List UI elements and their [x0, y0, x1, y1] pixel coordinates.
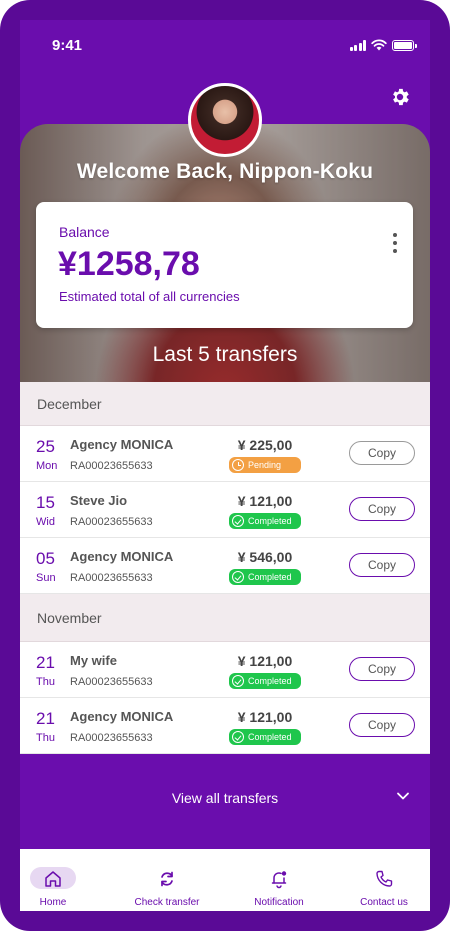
welcome-title: Welcome Back, Nippon-Koku	[76, 160, 374, 183]
recipient-name: Steve Jio	[70, 493, 128, 508]
transfer-day: 21	[36, 653, 55, 672]
recipient-name: Agency MONICA	[70, 437, 174, 452]
home-icon	[45, 871, 61, 887]
status-label: Completed	[248, 572, 292, 582]
tab-label: Check transfer	[134, 897, 200, 908]
status-badge: Pending	[229, 457, 301, 473]
month-header-november: November	[20, 594, 430, 642]
copy-button[interactable]: Copy	[349, 553, 415, 577]
transfer-weekday: Thu	[36, 732, 55, 744]
copy-button[interactable]: Copy	[349, 441, 415, 465]
status-label: Pending	[248, 460, 282, 470]
transfer-day: 15	[36, 493, 55, 512]
transfer-row[interactable]: 25 Mon Agency MONICA RA00023655633 ¥ 225…	[20, 426, 430, 482]
status-badge: Completed	[229, 729, 301, 745]
clock-icon	[232, 459, 244, 471]
tab-label: Notification	[254, 897, 304, 908]
transfer-weekday: Wid	[36, 516, 55, 528]
wifi-icon	[371, 39, 387, 51]
month-label: November	[37, 610, 102, 626]
transfer-weekday: Mon	[36, 460, 58, 472]
transfer-day: 05	[36, 549, 55, 568]
battery-icon	[392, 39, 417, 51]
status-bar: 9:41	[20, 20, 430, 70]
balance-amount: ¥1258,78	[58, 245, 200, 283]
transfer-row[interactable]: 21 Thu My wife RA00023655633 ¥ 121,00 Co…	[20, 642, 430, 698]
transfers-section-title: Last 5 transfers	[152, 343, 298, 366]
status-label: Completed	[248, 516, 292, 526]
status-badge: Completed	[229, 513, 301, 529]
tab-home[interactable]: Home	[20, 849, 103, 911]
transfer-amount: ¥ 121,00	[237, 709, 293, 725]
tab-label: Home	[39, 897, 67, 908]
more-options-icon[interactable]	[392, 233, 398, 253]
check-circle-icon	[232, 731, 244, 743]
tab-contact-us[interactable]: Contact us	[334, 849, 430, 911]
recipient-name: My wife	[70, 653, 117, 668]
status-time: 9:41	[52, 37, 83, 54]
status-badge: Completed	[229, 569, 301, 585]
transfer-weekday: Sun	[36, 572, 56, 584]
transfer-day: 25	[36, 437, 55, 456]
check-circle-icon	[232, 515, 244, 527]
status-label: Completed	[248, 732, 292, 742]
cellular-signal-icon	[349, 39, 366, 51]
transfer-reference: RA00023655633	[70, 572, 153, 584]
transfer-amount: ¥ 546,00	[237, 549, 293, 565]
copy-button[interactable]: Copy	[349, 497, 415, 521]
bell-icon	[271, 871, 287, 889]
user-avatar[interactable]	[188, 83, 262, 157]
phone-icon	[376, 870, 393, 887]
transfer-amount: ¥ 225,00	[237, 437, 293, 453]
transfer-reference: RA00023655633	[70, 460, 153, 472]
tab-label: Contact us	[360, 897, 408, 908]
month-label: December	[37, 396, 102, 412]
recipient-name: Agency MONICA	[70, 549, 174, 564]
balance-card: Balance ¥1258,78 Estimated total of all …	[36, 202, 413, 328]
copy-button[interactable]: Copy	[349, 713, 415, 737]
app-screen: 9:41 Welcome Back, Nippon-Koku Balance ¥…	[20, 20, 430, 911]
balance-subtitle: Estimated total of all currencies	[59, 289, 240, 304]
balance-label: Balance	[59, 224, 110, 240]
status-icons	[349, 39, 417, 51]
check-circle-icon	[232, 571, 244, 583]
view-all-transfers-button[interactable]: View all transfers	[20, 754, 430, 849]
transfer-day: 21	[36, 709, 55, 728]
tab-notification[interactable]: Notification	[229, 849, 329, 911]
transfer-amount: ¥ 121,00	[237, 653, 293, 669]
copy-button[interactable]: Copy	[349, 657, 415, 681]
view-all-label: View all transfers	[171, 790, 279, 806]
month-header-december: December	[20, 382, 430, 426]
transfer-weekday: Thu	[36, 676, 55, 688]
recipient-name: Agency MONICA	[70, 709, 174, 724]
status-label: Completed	[248, 676, 292, 686]
transfer-reference: RA00023655633	[70, 516, 153, 528]
status-badge: Completed	[229, 673, 301, 689]
settings-gear-icon[interactable]	[389, 86, 411, 108]
exchange-icon	[161, 871, 173, 887]
transfer-reference: RA00023655633	[70, 676, 153, 688]
check-circle-icon	[232, 675, 244, 687]
phone-frame: 9:41 Welcome Back, Nippon-Koku Balance ¥…	[0, 0, 450, 931]
transfer-row[interactable]: 15 Wid Steve Jio RA00023655633 ¥ 121,00 …	[20, 482, 430, 538]
tab-check-transfer[interactable]: Check transfer	[117, 849, 217, 911]
transfer-row[interactable]: 21 Thu Agency MONICA RA00023655633 ¥ 121…	[20, 698, 430, 754]
transfer-row[interactable]: 05 Sun Agency MONICA RA00023655633 ¥ 546…	[20, 538, 430, 594]
chevron-down-icon	[397, 792, 409, 800]
bottom-tab-bar: Home Check transfer Notification Contact…	[20, 849, 430, 911]
transfer-amount: ¥ 121,00	[237, 493, 293, 509]
transfer-reference: RA00023655633	[70, 732, 153, 744]
